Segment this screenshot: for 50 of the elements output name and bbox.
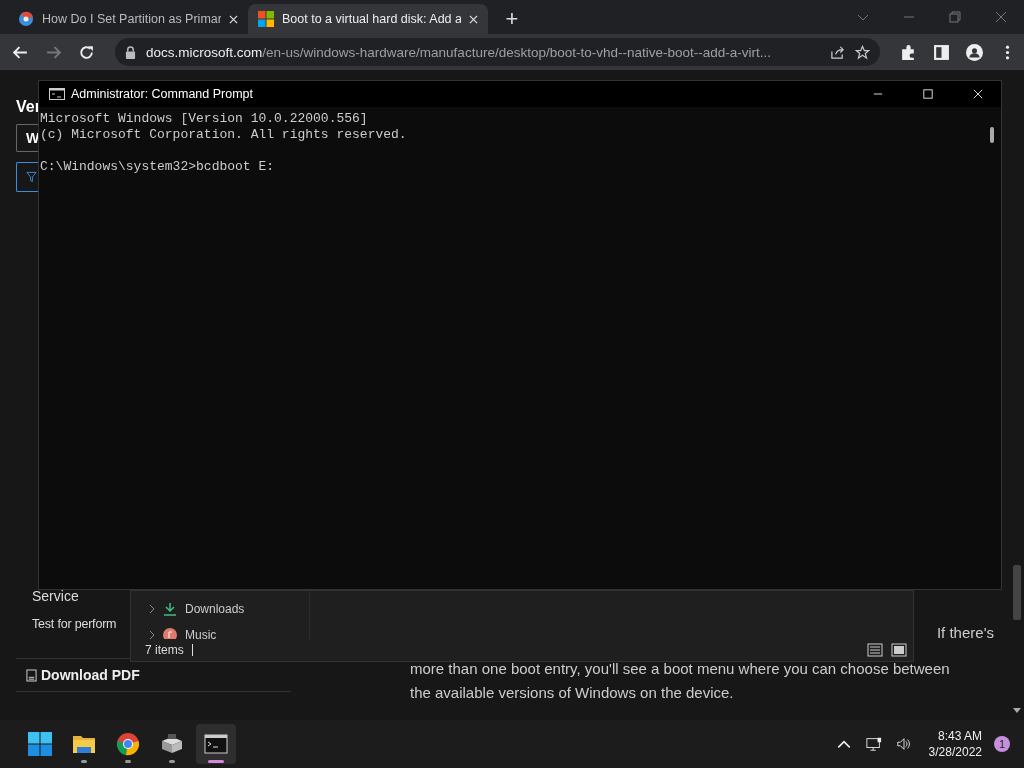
puzzle-icon[interactable] bbox=[900, 43, 917, 61]
command-prompt-icon bbox=[204, 732, 228, 756]
details-view-icon[interactable] bbox=[867, 643, 883, 657]
disk-icon bbox=[18, 11, 34, 27]
time-text: 8:43 AM bbox=[937, 728, 982, 744]
package-icon bbox=[160, 732, 184, 756]
document-icon bbox=[26, 668, 37, 682]
scroll-thumb[interactable] bbox=[1013, 565, 1021, 620]
star-icon[interactable] bbox=[855, 44, 870, 60]
date-text: 3/28/2022 bbox=[928, 744, 982, 760]
sidebar-link[interactable]: Service bbox=[16, 588, 79, 604]
reload-icon[interactable] bbox=[78, 43, 95, 61]
paragraph-line: the available versions of Windows on the device. bbox=[410, 683, 735, 703]
network-icon[interactable] bbox=[865, 736, 882, 752]
taskbar-app[interactable] bbox=[196, 724, 236, 764]
command-prompt-icon bbox=[49, 88, 65, 100]
console-text: Microsoft Windows [Version 10.0.22000.556] (c) Microsoft Corporation. All rights reserved. bbox=[40, 111, 408, 143]
windows-logo-icon bbox=[258, 11, 274, 27]
item-count: 7 items bbox=[145, 643, 184, 657]
volume-icon[interactable] bbox=[895, 736, 912, 752]
preview-view-icon[interactable] bbox=[891, 643, 907, 657]
music-note-icon bbox=[163, 628, 177, 639]
tab-title: How Do I Set Partition as Primar bbox=[42, 12, 221, 26]
folder-item[interactable]: Music bbox=[149, 622, 309, 639]
chevron-right-icon[interactable] bbox=[149, 630, 155, 639]
lock-icon bbox=[125, 45, 136, 59]
address-bar[interactable]: docs.microsoft.com/en-us/windows-hardware/manufacture/desktop/boot-to-vhd--native-boot--add-a-virt... bbox=[115, 38, 880, 66]
maximize-icon[interactable] bbox=[923, 89, 933, 99]
share-icon[interactable] bbox=[830, 44, 845, 60]
profile-icon[interactable] bbox=[966, 43, 983, 61]
url-text: docs.microsoft.com/en-us/windows-hardware/manufacture/desktop/boot-to-vhd--native-boot--add-a-virt... bbox=[146, 44, 773, 60]
scroll-down-icon[interactable] bbox=[1013, 708, 1021, 714]
paragraph-line: If there's bbox=[935, 623, 994, 643]
new-tab-button[interactable]: + bbox=[494, 4, 530, 34]
chrome-icon bbox=[116, 732, 140, 756]
restore-icon[interactable] bbox=[949, 11, 961, 23]
sidebar-link[interactable]: Test for perform bbox=[16, 617, 117, 631]
browser-tab[interactable]: How Do I Set Partition as Primar bbox=[8, 4, 248, 34]
chevron-right-icon[interactable] bbox=[149, 604, 155, 614]
clock[interactable]: 8:43 AM 3/28/2022 bbox=[928, 728, 982, 760]
paragraph-line: more than one boot entry, you'll see a boot menu where you can choose between bbox=[410, 659, 951, 679]
windows-start-icon bbox=[28, 732, 52, 756]
sidebar-icon[interactable] bbox=[933, 43, 950, 61]
filter-icon bbox=[26, 171, 37, 183]
console-text: C:\Windows\system32>bcdboot E: bbox=[40, 159, 276, 175]
window-title: Administrator: Command Prompt bbox=[71, 87, 253, 101]
folder-item[interactable]: Downloads bbox=[149, 596, 309, 622]
filter-button[interactable] bbox=[16, 162, 38, 192]
notification-badge[interactable]: 1 bbox=[994, 736, 1010, 752]
download-icon bbox=[163, 602, 177, 616]
